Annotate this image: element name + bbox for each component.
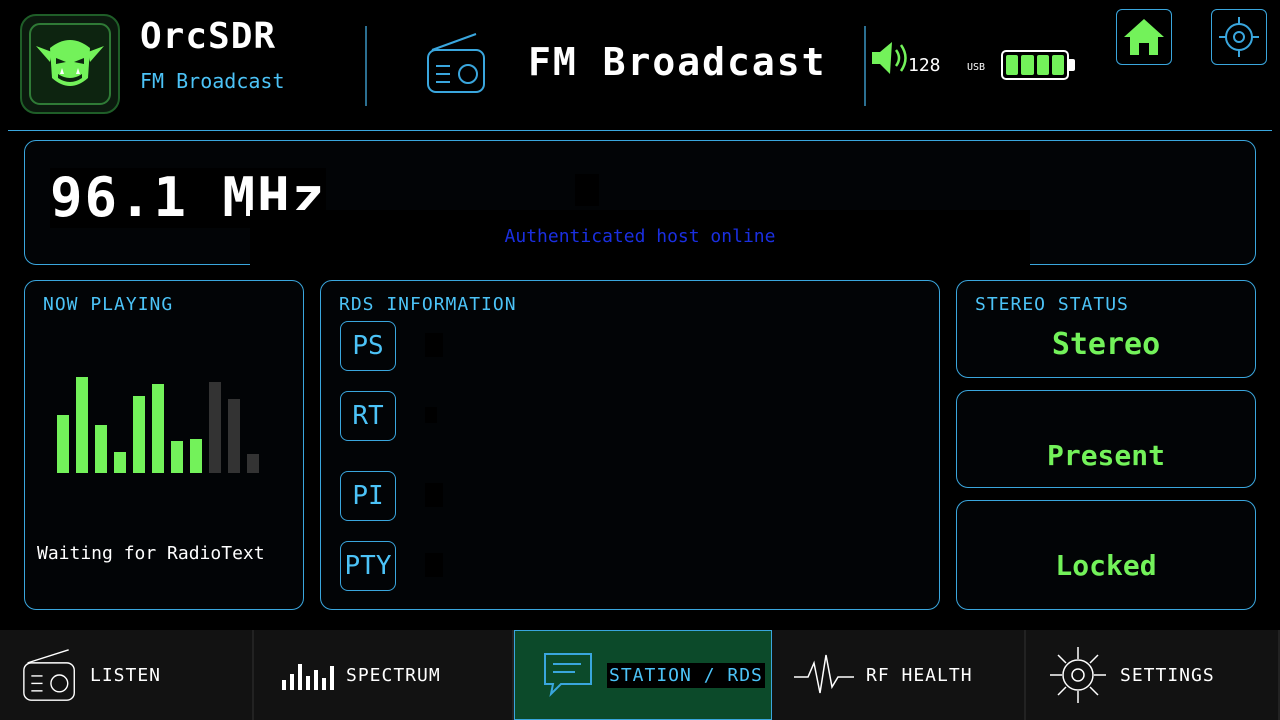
stereo-mode: Stereo bbox=[1051, 327, 1161, 362]
lock-status: Locked bbox=[1055, 549, 1157, 582]
header-divider-right bbox=[864, 26, 866, 106]
nav-station-rds[interactable]: STATION / RDS bbox=[514, 630, 772, 720]
rds-value-pi bbox=[425, 483, 443, 507]
now-playing-label: NOW PLAYING bbox=[43, 294, 174, 315]
rds-value-ps bbox=[425, 333, 443, 357]
now-playing-panel: NOW PLAYING Waiting for RadioText bbox=[24, 280, 304, 610]
rds-value-pty bbox=[425, 553, 443, 577]
home-icon bbox=[1124, 19, 1164, 55]
volume-icon[interactable] bbox=[870, 40, 910, 80]
radio-icon bbox=[426, 32, 486, 98]
nav-label-spectrum: SPECTRUM bbox=[346, 664, 441, 686]
rds-tag-ps: PS bbox=[340, 321, 396, 371]
orc-icon bbox=[29, 23, 111, 105]
battery-terminal bbox=[1069, 59, 1075, 71]
app-title: OrcSDR bbox=[140, 16, 277, 57]
nav-rf-health[interactable]: RF HEALTH bbox=[772, 630, 1026, 720]
status-strip: Authenticated host online bbox=[250, 210, 1030, 266]
orc-logo bbox=[20, 14, 120, 114]
pilot-card: Present bbox=[956, 390, 1256, 488]
nav-label-listen: LISTEN bbox=[90, 664, 162, 686]
level-bar bbox=[171, 441, 183, 473]
audio-level-bars bbox=[57, 377, 259, 473]
bottom-nav: LISTEN SPECTRUM STATION / RDS RF HEALTH bbox=[0, 630, 1280, 720]
message-icon bbox=[544, 653, 592, 698]
level-bar bbox=[152, 384, 164, 473]
level-bar bbox=[95, 425, 107, 473]
rds-tag-pi: PI bbox=[340, 471, 396, 521]
crosshair-icon bbox=[1219, 17, 1259, 57]
nav-settings[interactable]: SETTINGS bbox=[1026, 630, 1280, 720]
radio-icon bbox=[23, 649, 75, 701]
level-bar bbox=[209, 382, 221, 473]
rds-label: RDS INFORMATION bbox=[339, 294, 517, 315]
stereo-status-label: STEREO STATUS bbox=[975, 294, 1129, 315]
pulse-icon bbox=[794, 654, 854, 694]
gear-icon bbox=[1050, 647, 1106, 703]
nav-listen[interactable]: LISTEN bbox=[0, 630, 254, 720]
nav-spectrum[interactable]: SPECTRUM bbox=[254, 630, 514, 720]
level-bar bbox=[247, 454, 259, 473]
battery-icon bbox=[1001, 50, 1069, 80]
volume-level: 128 bbox=[908, 55, 941, 76]
header-divider bbox=[365, 26, 367, 106]
app-subtitle: FM Broadcast bbox=[140, 69, 285, 93]
rds-tag-pty: PTY bbox=[340, 541, 396, 591]
level-bar bbox=[228, 399, 240, 473]
mode-title: FM Broadcast bbox=[528, 40, 827, 84]
rds-value-rt bbox=[425, 407, 437, 423]
level-bar bbox=[57, 415, 69, 473]
stereo-mode-card: STEREO STATUS Stereo bbox=[956, 280, 1256, 378]
level-bar bbox=[190, 439, 202, 473]
home-button[interactable] bbox=[1116, 9, 1172, 65]
pilot-status: Present bbox=[1046, 439, 1165, 472]
status-message: Authenticated host online bbox=[504, 226, 776, 247]
level-bar bbox=[76, 377, 88, 473]
rds-panel: RDS INFORMATION PS RT PI PTY bbox=[320, 280, 940, 610]
usb-label: USB bbox=[967, 62, 986, 73]
rds-tag-rt: RT bbox=[340, 391, 396, 441]
level-bar bbox=[114, 452, 126, 473]
nav-label-station-rds: STATION / RDS bbox=[607, 662, 765, 688]
frequency-cursor bbox=[575, 174, 599, 206]
header-rule bbox=[8, 130, 1272, 131]
nav-label-settings: SETTINGS bbox=[1120, 664, 1215, 686]
nav-label-rf-health: RF HEALTH bbox=[866, 664, 973, 686]
signal-bars-icon bbox=[282, 664, 334, 690]
locate-button[interactable] bbox=[1211, 9, 1267, 65]
level-bar bbox=[133, 396, 145, 473]
radiotext: Waiting for RadioText bbox=[37, 543, 265, 564]
lock-card: Locked bbox=[956, 500, 1256, 610]
